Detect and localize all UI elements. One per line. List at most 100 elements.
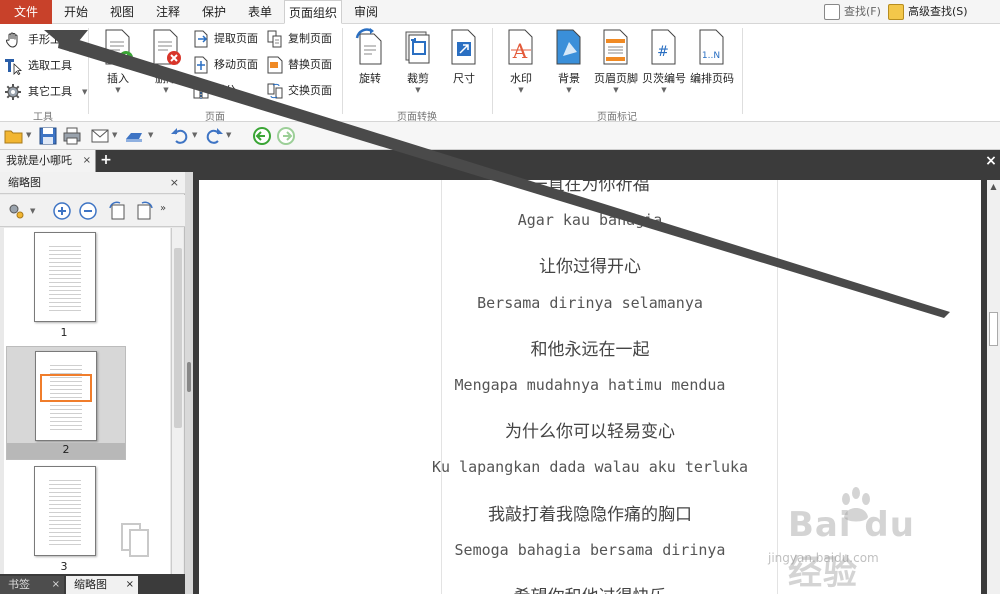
rotate-right-icon[interactable]	[134, 201, 154, 221]
search-button[interactable]: 查找(F)	[824, 2, 881, 22]
quick-access-toolbar: ▼ ▼ ▼ ▼ ▼	[0, 122, 1000, 150]
panel-toolbar: ▼ »	[0, 195, 185, 227]
open-folder-icon[interactable]	[4, 126, 24, 146]
tab-file[interactable]: 文件	[0, 0, 52, 24]
thumbnail-panel: 缩略图 × ▼ » 1 2 3 书签 × 缩略图 ×	[0, 172, 185, 594]
ribbon-divider	[342, 28, 343, 114]
chevron-down-icon[interactable]: ▼	[226, 131, 231, 139]
close-icon[interactable]: ×	[126, 576, 134, 594]
hand-icon	[5, 32, 18, 48]
header-footer-icon	[603, 29, 628, 65]
rotate-button[interactable]: 旋转	[348, 28, 392, 86]
chevron-down-icon: ▼	[661, 86, 667, 94]
chevron-down-icon[interactable]: ▼	[30, 207, 35, 215]
document-tab-strip: 我就是小哪吒 × + ×	[0, 150, 1000, 172]
gear-icon[interactable]	[6, 201, 26, 221]
close-icon[interactable]: ×	[170, 172, 179, 194]
background-button[interactable]: 背景 ▼	[547, 28, 591, 94]
copy-page-icon	[267, 30, 282, 48]
expand-icon[interactable]: »	[160, 203, 166, 214]
crop-icon	[405, 31, 430, 64]
document-text-line: 让你过得开心	[539, 257, 641, 278]
split-page-icon	[193, 83, 209, 99]
zoom-out-icon[interactable]	[78, 201, 98, 221]
tab-comment[interactable]: 注释	[150, 0, 186, 24]
group-label-page: 页面	[205, 112, 225, 123]
watermark-button[interactable]: A 水印 ▼	[499, 28, 543, 94]
svg-text:1..N: 1..N	[702, 51, 720, 61]
view-area-indicator[interactable]	[40, 374, 92, 402]
insert-page-button[interactable]: 插入 ▼	[96, 28, 140, 94]
tab-home[interactable]: 开始	[58, 0, 94, 24]
document-text-line: Bersama dirinya selamanya	[477, 293, 703, 312]
page-number-icon: 1..N	[699, 29, 724, 65]
chevron-down-icon: ▼	[566, 86, 572, 94]
print-icon[interactable]	[62, 126, 82, 146]
page-numbering-button[interactable]: 1..N 编排页码	[690, 28, 734, 86]
page-size-button[interactable]: 尺寸	[442, 28, 486, 86]
rotate-left-icon[interactable]	[108, 201, 128, 221]
watermark-icon: A	[508, 29, 533, 65]
scan-icon[interactable]	[124, 126, 144, 146]
email-icon[interactable]	[90, 126, 110, 146]
tab-protect[interactable]: 保护	[196, 0, 232, 24]
extract-page-icon	[194, 30, 208, 48]
chevron-down-icon[interactable]: ▼	[192, 131, 197, 139]
svg-text:A: A	[512, 39, 528, 63]
header-footer-button[interactable]: 页眉页脚 ▼	[594, 28, 638, 94]
tab-form[interactable]: 表单	[242, 0, 278, 24]
new-tab-button[interactable]: +	[99, 153, 113, 167]
baidu-watermark: Bai du 经验 jingyan.baidu.com	[760, 485, 950, 593]
close-icon[interactable]: ×	[83, 150, 91, 172]
swap-page-icon	[267, 83, 283, 99]
group-label-tools: 工具	[33, 112, 53, 123]
document-text-line: Mengapa mudahnya hatimu mendua	[454, 376, 726, 394]
page-thumbnail[interactable]	[35, 351, 97, 441]
svg-text:#: #	[657, 44, 669, 60]
advanced-search-button[interactable]: 高级查找(S)	[888, 2, 968, 22]
chevron-down-icon[interactable]: ▼	[112, 131, 117, 139]
delete-page-button[interactable]: 删除 ▼	[144, 28, 188, 94]
bates-number-icon: #	[651, 29, 676, 65]
document-text-line: 一直在为你祈福	[530, 180, 650, 195]
page-thumbnail[interactable]	[34, 232, 96, 322]
scroll-up-icon[interactable]: ▲	[987, 180, 1000, 193]
tab-bookmarks[interactable]: 书签 ×	[0, 576, 64, 594]
page-thumbnail[interactable]	[34, 466, 96, 556]
gear-icon	[5, 84, 21, 100]
pages-icon	[121, 523, 149, 557]
menu-bar: 文件 开始 视图 注释 保护 表单 页面组织 审阅 查找(F) 高级查找(S)	[0, 0, 1000, 24]
chevron-down-icon[interactable]: ▼	[26, 131, 31, 139]
document-text-line: 和他永远在一起	[530, 339, 650, 360]
forward-arrow-icon[interactable]	[276, 126, 296, 146]
group-label-marks: 页面标记	[597, 112, 637, 123]
thumbnail-scrollbar[interactable]	[171, 228, 183, 574]
bates-number-button[interactable]: # 贝茨编号 ▼	[642, 28, 686, 94]
selected-thumbnail[interactable]: 2	[6, 346, 126, 460]
undo-icon[interactable]	[170, 126, 190, 146]
crop-button[interactable]: 裁剪 ▼	[396, 28, 440, 94]
ribbon-divider	[88, 28, 89, 114]
chevron-down-icon[interactable]: ▼	[148, 131, 153, 139]
close-document-button[interactable]: ×	[984, 152, 998, 170]
panel-splitter[interactable]	[185, 172, 193, 594]
scroll-thumb[interactable]	[989, 312, 998, 346]
zoom-in-icon[interactable]	[52, 201, 72, 221]
move-page-icon	[194, 56, 208, 74]
document-scrollbar[interactable]: ▲	[987, 180, 1000, 594]
chevron-down-icon: ▼	[613, 86, 619, 94]
close-icon[interactable]: ×	[52, 576, 60, 594]
search-icon	[824, 4, 840, 20]
redo-icon[interactable]	[204, 126, 224, 146]
watermark-brand: Bai du 经验	[788, 505, 915, 593]
back-arrow-icon[interactable]	[252, 126, 272, 146]
tab-thumbnails[interactable]: 缩略图 ×	[66, 576, 138, 594]
text-select-icon	[5, 59, 22, 75]
replace-page-icon	[267, 56, 283, 74]
save-icon[interactable]	[38, 126, 58, 146]
tab-organize[interactable]: 页面组织	[284, 0, 342, 24]
tab-view[interactable]: 视图	[104, 0, 140, 24]
rotate-page-icon	[355, 28, 382, 65]
tab-review[interactable]: 审阅	[348, 0, 384, 24]
document-tab[interactable]: 我就是小哪吒 ×	[0, 150, 96, 172]
